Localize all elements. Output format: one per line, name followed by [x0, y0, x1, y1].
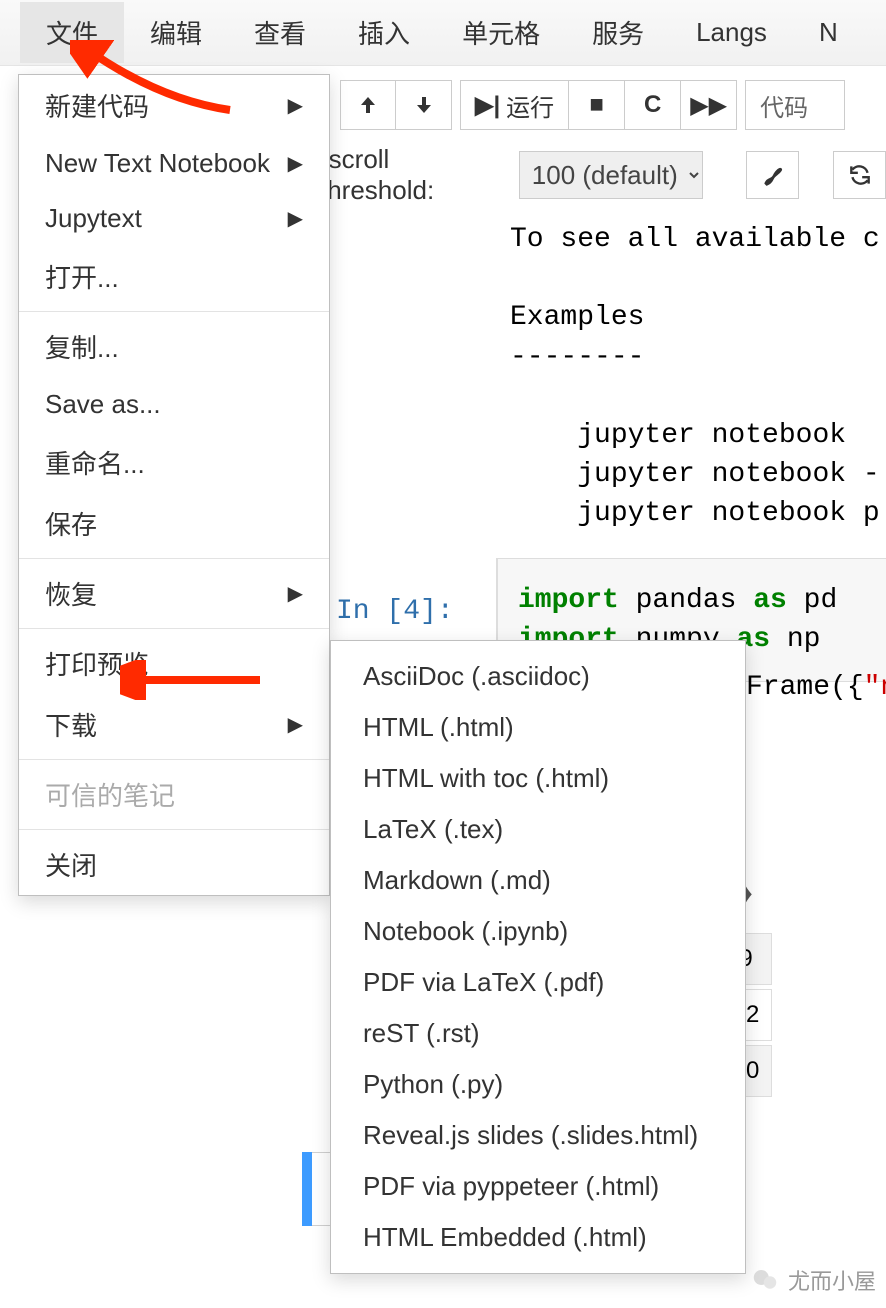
download-pdf-pyppeteer[interactable]: PDF via pyppeteer (.html) — [331, 1161, 745, 1212]
dataframe-code-fragment: Frame({"n "a — [746, 668, 886, 746]
menu-jupytext[interactable]: Jupytext▶ — [19, 191, 329, 246]
arrow-up-icon — [358, 95, 378, 115]
cell-type-select[interactable]: 代码 — [745, 80, 845, 130]
caret-right-icon: ▶ — [288, 206, 303, 231]
caret-right-icon: ▶ — [288, 151, 303, 176]
menu-copy[interactable]: 复制... — [19, 316, 329, 377]
download-notebook[interactable]: Notebook (.ipynb) — [331, 906, 745, 957]
menu-navigate[interactable]: N — [793, 5, 864, 60]
wechat-icon — [750, 1265, 780, 1295]
fast-forward-button[interactable]: ▶▶ — [681, 80, 737, 130]
separator — [19, 628, 329, 629]
brush-button[interactable] — [746, 151, 799, 199]
restart-button[interactable]: C — [625, 80, 681, 130]
watermark: 尤而小屋 — [750, 1264, 876, 1296]
caret-right-icon: ▶ — [288, 712, 303, 737]
menu-new-code[interactable]: 新建代码▶ — [19, 75, 329, 136]
download-pdf-latex[interactable]: PDF via LaTeX (.pdf) — [331, 957, 745, 1008]
menu-kernel[interactable]: 服务 — [566, 2, 670, 63]
download-python[interactable]: Python (.py) — [331, 1059, 745, 1110]
menu-file[interactable]: 文件 — [20, 2, 124, 63]
fast-forward-icon: ▶▶ — [690, 91, 727, 120]
menu-langs[interactable]: Langs — [670, 5, 793, 60]
refresh-button[interactable] — [833, 151, 886, 199]
stop-icon: ■ — [589, 91, 604, 119]
run-label: 运行 — [506, 88, 554, 123]
caret-right-icon: ▶ — [288, 581, 303, 606]
cell-border-fragment — [312, 1152, 332, 1226]
arrow-down-icon — [414, 95, 434, 115]
move-down-button[interactable] — [396, 80, 452, 130]
menu-trusted-notebook: 可信的笔记 — [19, 764, 329, 825]
menu-revert[interactable]: 恢复▶ — [19, 563, 329, 624]
download-markdown[interactable]: Markdown (.md) — [331, 855, 745, 906]
menu-insert[interactable]: 插入 — [332, 2, 436, 63]
separator — [19, 558, 329, 559]
download-submenu: AsciiDoc (.asciidoc) HTML (.html) HTML w… — [330, 640, 746, 1274]
cell-prompt: In [4]: — [336, 596, 454, 627]
menu-view[interactable]: 查看 — [228, 2, 332, 63]
download-rest[interactable]: reST (.rst) — [331, 1008, 745, 1059]
restart-icon: C — [644, 91, 661, 119]
move-up-button[interactable] — [340, 80, 396, 130]
autoscroll-threshold-select[interactable]: 100 (default) — [519, 151, 703, 199]
separator — [19, 759, 329, 760]
download-latex[interactable]: LaTeX (.tex) — [331, 804, 745, 855]
download-html-embedded[interactable]: HTML Embedded (.html) — [331, 1212, 745, 1263]
menu-open[interactable]: 打开... — [19, 246, 329, 307]
menu-save-as[interactable]: Save as... — [19, 377, 329, 432]
download-asciidoc[interactable]: AsciiDoc (.asciidoc) — [331, 651, 745, 702]
autoscroll-row: -scroll threshold: 100 (default) — [320, 144, 886, 206]
menu-print-preview[interactable]: 打印预览 — [19, 633, 329, 694]
menubar: 文件 编辑 查看 插入 单元格 服务 Langs N — [0, 0, 886, 66]
menu-cell[interactable]: 单元格 — [436, 2, 566, 63]
download-html[interactable]: HTML (.html) — [331, 702, 745, 753]
autoscroll-label: -scroll threshold: — [320, 144, 507, 206]
download-html-toc[interactable]: HTML with toc (.html) — [331, 753, 745, 804]
separator — [19, 311, 329, 312]
stop-button[interactable]: ■ — [569, 80, 625, 130]
cell-type-label: 代码 — [760, 88, 808, 123]
menu-rename[interactable]: 重命名... — [19, 432, 329, 493]
menu-close[interactable]: 关闭 — [19, 834, 329, 895]
run-icon: ▶| — [475, 91, 500, 120]
file-dropdown: 新建代码▶ New Text Notebook▶ Jupytext▶ 打开...… — [18, 74, 330, 896]
separator — [19, 829, 329, 830]
run-button[interactable]: ▶| 运行 — [460, 80, 569, 130]
download-revealjs[interactable]: Reveal.js slides (.slides.html) — [331, 1110, 745, 1161]
menu-save[interactable]: 保存 — [19, 493, 329, 554]
refresh-icon — [847, 162, 873, 188]
menu-new-text-notebook[interactable]: New Text Notebook▶ — [19, 136, 329, 191]
cell-selection-indicator — [302, 1152, 312, 1226]
menu-download[interactable]: 下载▶ — [19, 694, 329, 755]
brush-icon — [760, 162, 786, 188]
caret-right-icon: ▶ — [288, 93, 303, 118]
toolbar: ▶| 运行 ■ C ▶▶ 代码 — [340, 80, 845, 130]
menu-edit[interactable]: 编辑 — [124, 2, 228, 63]
output-text: To see all available c Examples --------… — [510, 220, 880, 534]
